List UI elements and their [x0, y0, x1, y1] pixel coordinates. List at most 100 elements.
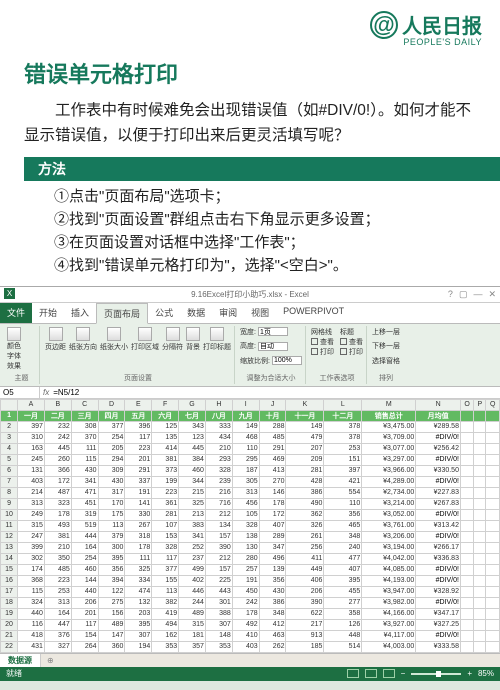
cell[interactable]: ¥4,003.00: [362, 641, 416, 652]
cell[interactable]: ¥330.50: [416, 465, 461, 476]
cell[interactable]: 328: [205, 465, 232, 476]
cell[interactable]: 471: [71, 487, 98, 498]
cell[interactable]: 362: [286, 509, 324, 520]
cell[interactable]: #DIV/0!: [416, 476, 461, 487]
background-button[interactable]: 背景: [186, 327, 200, 352]
cell[interactable]: 493: [44, 520, 71, 531]
cell[interactable]: 252: [179, 542, 206, 553]
cell[interactable]: 356: [259, 575, 286, 586]
cell[interactable]: 430: [71, 465, 98, 476]
cell[interactable]: 333: [205, 421, 232, 432]
cell[interactable]: 465: [324, 520, 362, 531]
cell[interactable]: 377: [152, 564, 179, 575]
cell[interactable]: 178: [125, 542, 152, 553]
headings-view-cb[interactable]: [340, 338, 347, 345]
cell[interactable]: 125: [152, 421, 179, 432]
orientation-button[interactable]: 纸张方向: [69, 327, 97, 352]
cell[interactable]: ¥336.83: [416, 553, 461, 564]
cell[interactable]: 155: [152, 575, 179, 586]
cell[interactable]: 485: [259, 432, 286, 443]
cell[interactable]: 307: [125, 630, 152, 641]
cell[interactable]: 496: [259, 553, 286, 564]
cell[interactable]: 253: [44, 586, 71, 597]
cell[interactable]: 430: [98, 476, 125, 487]
cell[interactable]: 210: [44, 542, 71, 553]
cell[interactable]: 157: [205, 564, 232, 575]
cell[interactable]: 148: [205, 630, 232, 641]
cell[interactable]: 113: [98, 520, 125, 531]
cell[interactable]: 499: [179, 564, 206, 575]
width-input[interactable]: [258, 327, 288, 336]
cell[interactable]: ¥4,085.00: [362, 564, 416, 575]
col-head[interactable]: M: [362, 399, 416, 410]
cell[interactable]: 485: [44, 564, 71, 575]
cell[interactable]: 187: [232, 465, 259, 476]
cell[interactable]: 293: [205, 454, 232, 465]
cell[interactable]: ¥3,475.00: [362, 421, 416, 432]
cell[interactable]: 451: [71, 498, 98, 509]
print-titles-button[interactable]: 打印标题: [203, 327, 231, 352]
cell[interactable]: 419: [152, 608, 179, 619]
bring-forward[interactable]: 上移一层: [372, 327, 400, 337]
col-head[interactable]: C: [71, 399, 98, 410]
cell[interactable]: 181: [179, 630, 206, 641]
cell[interactable]: 350: [44, 553, 71, 564]
cell[interactable]: 201: [125, 454, 152, 465]
cell[interactable]: ¥347.17: [416, 608, 461, 619]
cell[interactable]: 443: [205, 586, 232, 597]
col-head[interactable]: P: [474, 399, 486, 410]
cell[interactable]: 156: [98, 608, 125, 619]
zoom-plus[interactable]: +: [467, 669, 472, 678]
cell[interactable]: 115: [71, 454, 98, 465]
cell[interactable]: 239: [205, 476, 232, 487]
cell[interactable]: 394: [98, 575, 125, 586]
cell[interactable]: 313: [232, 487, 259, 498]
zoom-minus[interactable]: −: [401, 669, 406, 678]
new-sheet-button[interactable]: ⊕: [41, 655, 60, 666]
col-head[interactable]: Q: [486, 399, 500, 410]
cell[interactable]: 474: [125, 586, 152, 597]
cell[interactable]: 421: [324, 476, 362, 487]
cell[interactable]: 170: [98, 498, 125, 509]
cell[interactable]: 390: [205, 542, 232, 553]
cell[interactable]: 270: [259, 476, 286, 487]
cell[interactable]: 122: [98, 586, 125, 597]
cell[interactable]: 489: [98, 619, 125, 630]
cell[interactable]: ¥3,206.00: [362, 531, 416, 542]
cell[interactable]: 302: [18, 553, 45, 564]
cell[interactable]: 253: [324, 443, 362, 454]
cell[interactable]: 289: [259, 531, 286, 542]
cell[interactable]: 328: [152, 542, 179, 553]
cell[interactable]: 254: [98, 432, 125, 443]
cell[interactable]: 141: [125, 498, 152, 509]
cell[interactable]: 716: [205, 498, 232, 509]
cell[interactable]: 487: [44, 487, 71, 498]
page-break-view-button[interactable]: [383, 669, 395, 678]
cell[interactable]: 396: [125, 421, 152, 432]
cell[interactable]: 360: [98, 641, 125, 652]
cell[interactable]: ¥227.83: [416, 487, 461, 498]
cell[interactable]: 191: [125, 487, 152, 498]
cell[interactable]: 383: [179, 520, 206, 531]
cell[interactable]: 388: [205, 608, 232, 619]
cell[interactable]: 146: [259, 487, 286, 498]
cell[interactable]: 237: [179, 553, 206, 564]
cell[interactable]: 446: [179, 586, 206, 597]
cell[interactable]: 445: [179, 443, 206, 454]
cell[interactable]: 212: [205, 553, 232, 564]
col-head[interactable]: K: [286, 399, 324, 410]
cell[interactable]: ¥2,734.00: [362, 487, 416, 498]
margins-button[interactable]: 页边距: [45, 327, 66, 352]
cell[interactable]: 117: [125, 432, 152, 443]
cell[interactable]: 395: [98, 553, 125, 564]
cell[interactable]: 138: [232, 531, 259, 542]
cell[interactable]: 212: [205, 509, 232, 520]
cell[interactable]: 403: [18, 476, 45, 487]
cell[interactable]: ¥3,052.00: [362, 509, 416, 520]
cell[interactable]: 277: [324, 597, 362, 608]
cell[interactable]: 313: [44, 597, 71, 608]
cell[interactable]: ¥3,947.00: [362, 586, 416, 597]
cell[interactable]: 370: [71, 432, 98, 443]
cell[interactable]: ¥3,927.00: [362, 619, 416, 630]
col-head[interactable]: [1, 399, 18, 410]
